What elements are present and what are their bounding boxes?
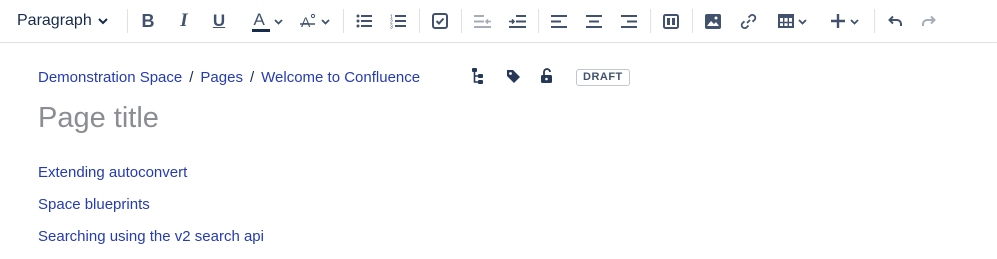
page-tree-icon — [471, 68, 483, 84]
align-left-button[interactable] — [549, 7, 569, 35]
align-center-icon — [586, 14, 602, 28]
labels-button[interactable] — [503, 66, 523, 86]
align-right-icon — [621, 14, 637, 28]
page-location-button[interactable] — [467, 66, 487, 86]
indent-button[interactable] — [507, 7, 527, 35]
toolbar-separator — [461, 9, 462, 33]
align-center-button[interactable] — [584, 7, 604, 35]
indent-icon — [508, 14, 526, 28]
chevron-down-icon — [849, 18, 859, 25]
redo-button[interactable] — [919, 7, 939, 35]
bullet-list-button[interactable] — [354, 7, 374, 35]
editor-toolbar: Paragraph B I U A A 1 2 3 — [0, 0, 997, 43]
toolbar-separator — [538, 9, 539, 33]
chevron-down-icon — [320, 18, 330, 25]
align-right-button[interactable] — [619, 7, 639, 35]
italic-button[interactable]: I — [174, 7, 194, 35]
undo-icon — [888, 15, 902, 26]
undo-button[interactable] — [885, 7, 905, 35]
breadcrumb-parent-page[interactable]: Welcome to Confluence — [261, 69, 420, 86]
task-list-icon — [432, 13, 448, 29]
unlock-icon — [541, 68, 552, 83]
numbered-list-icon: 1 2 3 — [390, 14, 406, 29]
table-icon — [777, 14, 794, 28]
toolbar-separator — [874, 9, 875, 33]
insert-image-button[interactable] — [703, 7, 723, 35]
breadcrumb-space[interactable]: Demonstration Space — [38, 69, 182, 86]
content-link[interactable]: Space blueprints — [38, 195, 264, 227]
insert-more-dropdown[interactable] — [825, 7, 863, 35]
chevron-down-icon — [797, 18, 807, 25]
outdent-button[interactable] — [472, 7, 492, 35]
toolbar-separator — [692, 9, 693, 33]
text-color-icon: A — [251, 10, 270, 32]
breadcrumb: Demonstration Space / Pages / Welcome to… — [38, 66, 420, 88]
insert-table-dropdown[interactable] — [774, 7, 810, 35]
underline-button[interactable]: U — [209, 7, 229, 35]
chevron-down-icon — [273, 18, 283, 25]
clear-format-icon: A — [299, 13, 315, 30]
outdent-icon — [473, 14, 491, 28]
toolbar-separator — [343, 9, 344, 33]
text-color-dropdown[interactable]: A — [248, 7, 286, 35]
svg-text:3: 3 — [390, 24, 393, 29]
underline-icon: U — [212, 11, 226, 30]
toolbar-separator — [650, 9, 651, 33]
breadcrumb-pages[interactable]: Pages — [200, 69, 243, 86]
bold-button[interactable]: B — [138, 7, 158, 35]
link-icon — [740, 13, 756, 29]
align-left-icon — [551, 14, 567, 28]
status-badge: DRAFT — [576, 69, 630, 86]
bold-icon: B — [141, 10, 155, 31]
breadcrumb-separator: / — [189, 68, 194, 86]
restrictions-button[interactable] — [537, 66, 557, 86]
layouts-icon — [663, 13, 679, 29]
page-title-input[interactable]: Page title — [38, 102, 159, 135]
paragraph-style-label: Paragraph — [17, 12, 92, 29]
numbered-list-button[interactable]: 1 2 3 — [388, 7, 408, 35]
insert-link-button[interactable] — [738, 7, 758, 35]
redo-icon — [922, 15, 936, 26]
more-formatting-dropdown[interactable]: A — [296, 7, 332, 35]
breadcrumb-separator: / — [249, 68, 255, 86]
content-link[interactable]: Searching using the v2 search api — [38, 227, 264, 259]
italic-icon: I — [180, 10, 188, 31]
tag-icon — [506, 69, 520, 83]
svg-text:A: A — [301, 14, 311, 30]
toolbar-separator — [419, 9, 420, 33]
task-list-button[interactable] — [430, 7, 450, 35]
content-link[interactable]: Extending autoconvert — [38, 163, 264, 195]
page-content: Extending autoconvert Space blueprints S… — [38, 163, 264, 259]
image-icon — [705, 13, 721, 29]
toolbar-separator — [127, 9, 128, 33]
paragraph-style-dropdown[interactable]: Paragraph — [17, 7, 108, 35]
plus-icon — [830, 14, 845, 28]
layouts-button[interactable] — [661, 7, 681, 35]
bullet-list-icon — [356, 14, 372, 28]
chevron-down-icon — [98, 18, 108, 25]
